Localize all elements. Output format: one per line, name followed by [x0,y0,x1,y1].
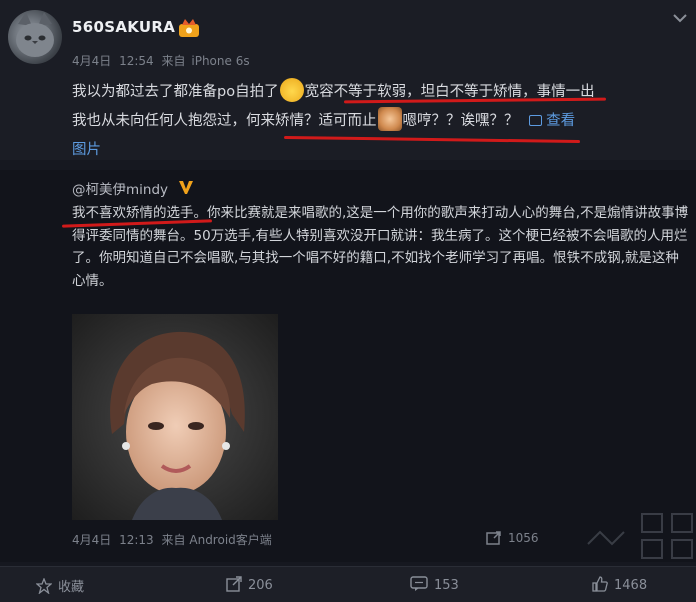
view-picture-link[interactable]: 查看 [529,113,575,129]
cat-face-emoji-icon [279,78,304,102]
repost-button[interactable]: 206 [226,576,273,593]
member-crown-icon[interactable] [178,18,200,38]
comment-icon [410,576,428,591]
repost-time[interactable]: 12:13 [119,533,154,547]
view-picture-link-cont[interactable]: 图片 [72,136,690,165]
post-via: 来自 [161,54,186,68]
verified-v-icon [179,181,193,194]
avatar[interactable] [8,10,62,64]
star-icon [35,577,53,595]
repost-author[interactable]: @柯美伊mindy [72,178,168,198]
comment-count: 153 [434,578,459,593]
like-button[interactable]: 1468 [592,576,647,593]
post-text-line1-a: 我以为都过去了都准备po自拍了 [72,84,279,100]
comment-button[interactable]: 153 [410,576,459,593]
repost-text: 我不喜欢矫情的选手。你来比赛就是来唱歌的,这是一个用你的歌声来打动人心的舞台,不… [72,205,689,289]
picture-icon [529,115,543,126]
thumbs-up-icon [592,576,608,592]
repost-count: 206 [248,578,273,593]
repost-meta: 4月4日 12:13 来自 Android客户端 [72,531,272,548]
favorite-button[interactable]: 收藏 [35,576,85,595]
post-time[interactable]: 12:54 [119,54,154,68]
username[interactable]: 560SAKURA [72,18,175,36]
post-device: iPhone 6s [191,54,250,68]
monkey-emoji-icon [377,107,402,131]
post-text-line2-b: 嗯哼？？诶嘿？？ [402,113,519,129]
repost-date[interactable]: 4月4日 [72,533,111,547]
chevron-down-icon[interactable] [672,12,688,24]
favorite-label: 收藏 [58,580,85,595]
repost-share-count[interactable]: 1056 [486,531,539,545]
repost-share-count-value: 1056 [508,531,539,545]
post-date[interactable]: 4月4日 [72,54,111,68]
repost-photo[interactable] [72,314,278,520]
watermark-logo [587,513,693,559]
repost-client: Android客户端 [189,533,272,547]
like-count: 1468 [614,578,648,593]
share-icon [486,531,501,545]
action-bar: 收藏 206 153 1468 [0,566,696,602]
share-icon [226,576,242,592]
post-meta: 4月4日 12:54 来自 iPhone 6s [72,52,254,69]
view-picture-label: 查看 [546,113,576,129]
repost-via: 来自 [161,533,186,547]
post-text-line2-a: 我也从未向任何人抱怨过，何来矫情？适可而止 [72,113,377,129]
post-text: 我以为都过去了都准备po自拍了 宽容不等于软弱，坦白不等于矫情，事情一出 我也从未… [72,78,690,165]
